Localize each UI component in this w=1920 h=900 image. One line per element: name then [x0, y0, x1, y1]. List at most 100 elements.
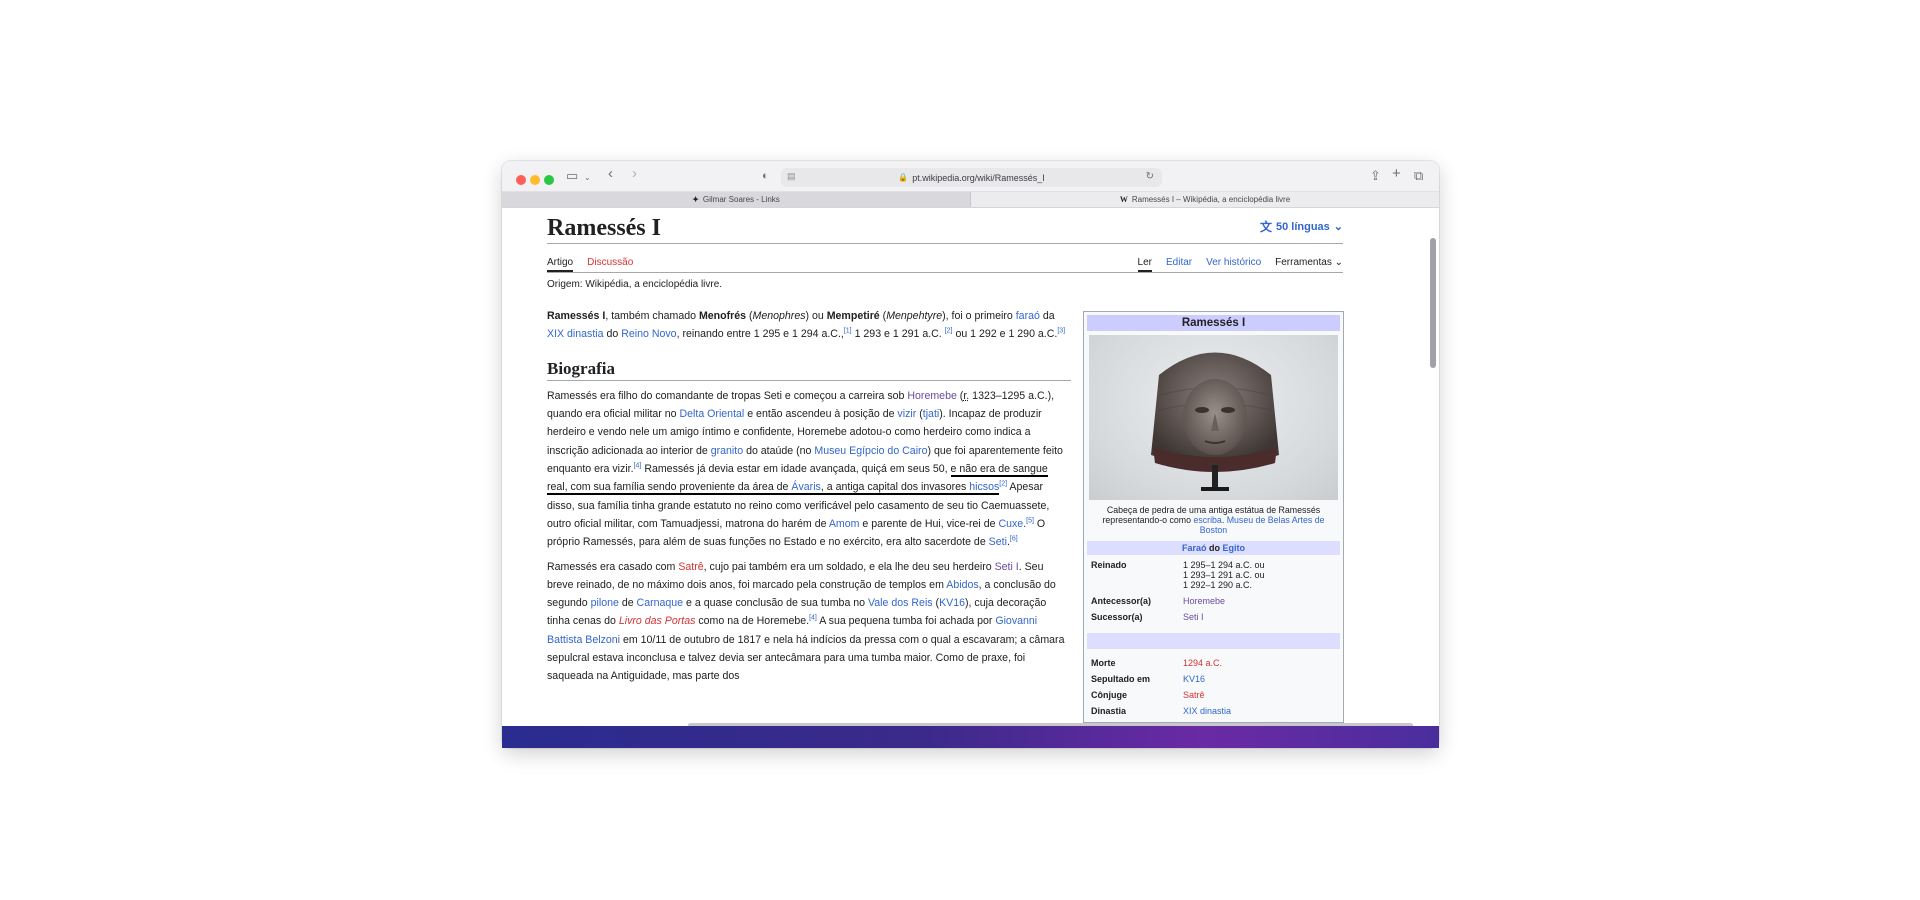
text: como na de Horemebe. [695, 615, 810, 628]
back-arrow-icon[interactable]: ‹ [608, 166, 613, 181]
tools-label: Ferramentas [1275, 257, 1332, 268]
section-heading: Biografia [547, 359, 1071, 381]
reader-icon[interactable]: ▤ [787, 171, 796, 182]
infobox-row-antecessor: Antecessor(a) Horemebe [1087, 593, 1340, 609]
vertical-scrollbar[interactable] [1430, 238, 1436, 368]
tab-links[interactable]: ✦ Gilmar Soares - Links [502, 192, 971, 207]
lock-icon: 🔒 [898, 173, 909, 182]
row-label: Cônjuge [1091, 690, 1127, 700]
link-satre[interactable]: Satrê [678, 561, 703, 573]
link-museu-egipcio[interactable]: Museu Egípcio do Cairo [814, 445, 927, 457]
biography-paragraph-2: Ramessés era casado com Satrê, cujo pai … [547, 558, 1071, 686]
tab-discussion[interactable]: Discussão [587, 257, 633, 272]
text: ), foi o primeiro [942, 310, 1016, 322]
link-vale-dos-reis[interactable]: Vale dos Reis [868, 597, 933, 609]
share-icon[interactable]: ⇪ [1370, 169, 1381, 183]
link-reino-novo[interactable]: Reino Novo [621, 328, 676, 340]
link-seti-i[interactable]: Seti I [1183, 612, 1336, 622]
link-kv16[interactable]: KV16 [939, 597, 965, 609]
link-seti-i[interactable]: Seti I [995, 561, 1019, 573]
link-escriba[interactable]: escriba [1193, 515, 1221, 525]
infobox-row-conjuge: Cônjuge Satrê [1087, 687, 1340, 703]
link-satre[interactable]: Satrê [1183, 690, 1336, 700]
link-dinastia[interactable]: XIX dinastia [1183, 706, 1336, 716]
tab-edit[interactable]: Editar [1166, 257, 1192, 272]
origin-note: Origem: Wikipédia, a enciclopédia livre. [547, 279, 723, 290]
ref-4[interactable]: [4] [809, 615, 817, 622]
text: do [603, 328, 622, 341]
minimize-window-button[interactable] [530, 175, 540, 185]
link-farao[interactable]: Faraó [1182, 543, 1207, 553]
browser-window: ▭ ⌄ ‹ › ◐ ▤ 🔒 pt.wikipedia.org/wiki/Rame… [502, 161, 1439, 748]
infobox-row-dinastia: Dinastia XIX dinastia [1087, 703, 1340, 719]
image-caption: Cabeça de pedra de uma antiga estátua de… [1087, 500, 1340, 539]
link-dinastia[interactable]: XIX dinastia [547, 328, 604, 340]
row-label: Dinastia [1091, 706, 1127, 716]
ref-2[interactable]: [2] [945, 328, 953, 335]
link-hicsos[interactable]: hicsos [969, 481, 1000, 496]
new-tab-icon[interactable]: + [1392, 166, 1401, 181]
italic-text: Menophres [752, 310, 806, 322]
infobox: Ramessés I Cabeça de pedra de uma antiga… [1083, 311, 1344, 723]
text: e parente de Hui, vice-rei de [859, 517, 999, 530]
forward-arrow-icon[interactable]: › [632, 166, 637, 181]
link-delta-oriental[interactable]: Delta Oriental [680, 408, 745, 420]
link-seti[interactable]: Seti [989, 536, 1007, 548]
tab-wikipedia[interactable]: W Ramessés I – Wikipédia, a enciclopédia… [971, 192, 1439, 207]
bold-text: Ramessés I [547, 310, 606, 322]
link-1294[interactable]: 1294 a.C. [1183, 658, 1336, 668]
link-livro-das-portas[interactable]: Livro das Portas [619, 615, 696, 627]
link-egito[interactable]: Egito [1223, 543, 1246, 553]
infobox-subheader: Faraó do Egito [1087, 541, 1340, 555]
ref-1[interactable]: [1] [844, 328, 852, 335]
link-granito[interactable]: granito [711, 445, 743, 457]
tab-history[interactable]: Ver histórico [1206, 257, 1261, 272]
link-kv16[interactable]: KV16 [1183, 674, 1336, 684]
languages-button[interactable]: 文 50 línguas ⌄ [1260, 218, 1343, 235]
text: do [1206, 543, 1223, 553]
privacy-shield-icon[interactable]: ◐ [762, 169, 769, 183]
row-label: Sucessor(a) [1091, 612, 1143, 622]
link-amom[interactable]: Amom [829, 518, 860, 530]
link-carnaque[interactable]: Carnaque [637, 597, 684, 609]
tab-article[interactable]: Artigo [547, 257, 574, 272]
ref-3[interactable]: [3] [1057, 328, 1065, 335]
infobox-title: Ramessés I [1087, 315, 1340, 331]
text: da [1039, 310, 1055, 322]
text: Ramessés era casado com [547, 560, 679, 573]
row-label: Antecessor(a) [1091, 596, 1152, 606]
url-text: pt.wikipedia.org/wiki/Ramessés_I [912, 172, 1045, 183]
row-value: 1 295–1 294 a.C. ou 1 293–1 291 a.C. ou … [1183, 560, 1265, 590]
link-horemebe[interactable]: Horemebe [1183, 596, 1336, 606]
link-pilone[interactable]: pilone [591, 597, 619, 609]
tools-menu[interactable]: Ferramentas ⌄ [1275, 257, 1343, 272]
ref-6[interactable]: [6] [1010, 536, 1018, 543]
link-cuxe[interactable]: Cuxe [998, 518, 1023, 530]
page-tabs: Artigo Discussão Ler Editar Ver históric… [547, 244, 1343, 273]
text: Ramessés era filho do comandante de trop… [547, 389, 908, 402]
infobox-band [1087, 633, 1340, 649]
text: , reinando entre 1 295 e 1 294 a.C., [676, 328, 844, 341]
row-label: Sepultado em [1091, 674, 1151, 684]
chevron-down-icon: ⌄ [1333, 221, 1343, 233]
reload-icon[interactable]: ↻ [1146, 171, 1154, 182]
tab-overview-icon[interactable]: ⧉ [1414, 169, 1423, 183]
link-abidos[interactable]: Abidos [946, 579, 978, 591]
article-body: Ramessés I, também chamado Menofrés (Men… [547, 307, 1071, 692]
link-tjati[interactable]: tjati [923, 408, 940, 420]
link-vizir[interactable]: vizir [897, 408, 916, 420]
link-farao[interactable]: faraó [1016, 310, 1040, 322]
text: , cujo pai também era um soldado, e ela … [703, 560, 995, 573]
link-avaris[interactable]: Ávaris [791, 481, 821, 496]
wikipedia-favicon-icon: W [1119, 195, 1128, 204]
ref-2[interactable]: [2] [999, 481, 1007, 488]
link-horemebe[interactable]: Horemebe [907, 390, 956, 402]
sidebar-toggle-icon[interactable]: ▭ [566, 169, 578, 183]
statue-head-image[interactable] [1089, 335, 1338, 500]
zoom-window-button[interactable] [544, 175, 554, 185]
chevron-down-icon[interactable]: ⌄ [584, 171, 591, 185]
address-bar[interactable]: ▤ 🔒 pt.wikipedia.org/wiki/Ramessés_I ↻ [781, 168, 1162, 187]
close-window-button[interactable] [516, 175, 526, 185]
ref-5[interactable]: [5] [1026, 517, 1034, 524]
tab-read[interactable]: Ler [1137, 257, 1152, 272]
